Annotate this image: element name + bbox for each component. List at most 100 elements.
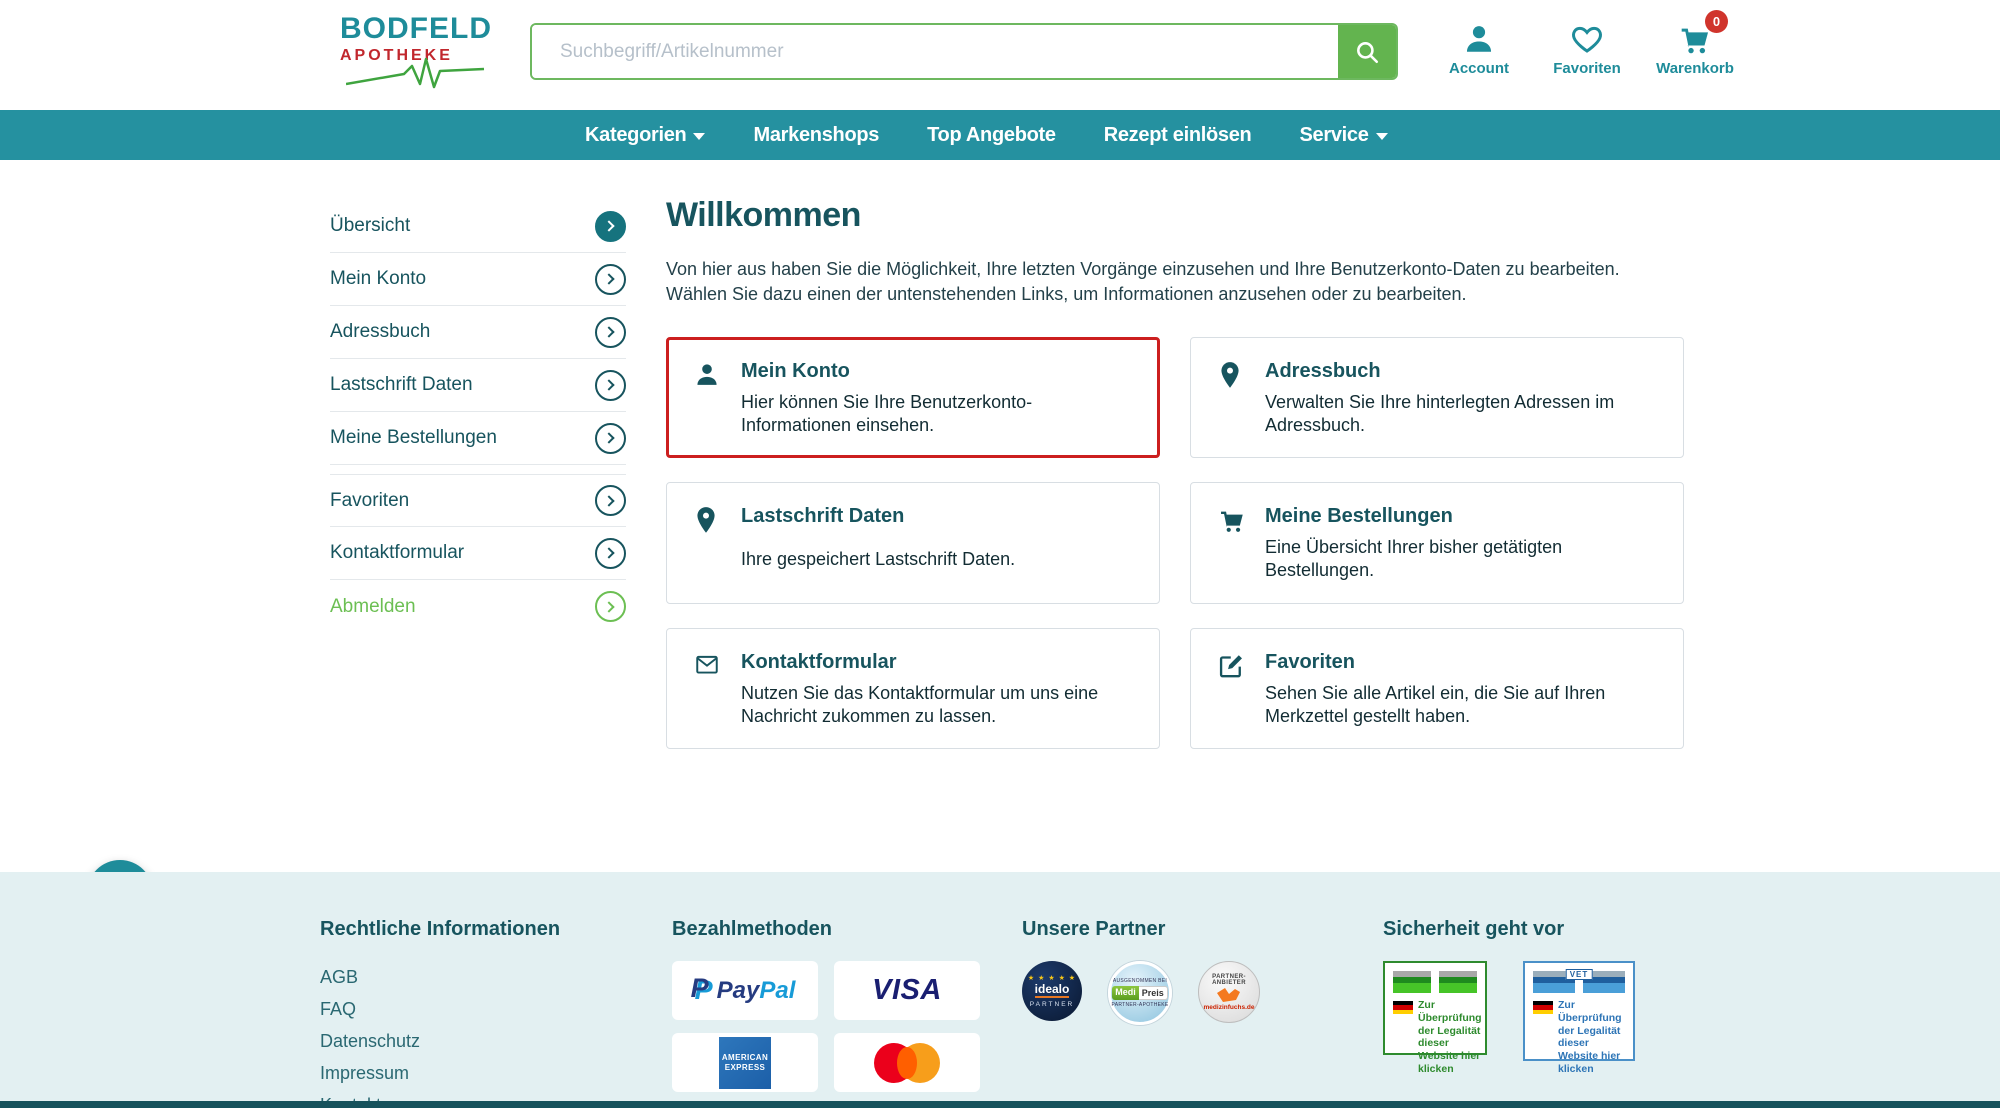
footer-heading-legal: Rechtliche Informationen xyxy=(320,918,560,941)
card-adressbuch[interactable]: Adressbuch Verwalten Sie Ihre hinterlegt… xyxy=(1190,337,1684,458)
card-description: Verwalten Sie Ihre hinterlegten Adressen… xyxy=(1265,391,1659,437)
footer-partners-column: Unsere Partner ★ ★ ★ ★ ★ idealo PARTNER … xyxy=(1022,918,1260,1025)
chevron-right-icon xyxy=(595,485,626,516)
header: BODFELD APOTHEKE Account Favoriten xyxy=(0,0,2000,110)
card-lastschrift-daten[interactable]: Lastschrift Daten Ihre gespeichert Lasts… xyxy=(666,482,1160,603)
person-icon xyxy=(693,360,725,437)
sidebar-item-adressbuch[interactable]: Adressbuch xyxy=(330,306,626,359)
german-flag-icon xyxy=(1533,1001,1553,1014)
sidebar-item-favoriten[interactable]: Favoriten xyxy=(330,474,626,527)
footer-heading-security: Sicherheit geht vor xyxy=(1383,918,1635,941)
chevron-right-icon xyxy=(595,317,626,348)
footer-payments-column: Bezahlmethoden P PayPal VISA AMERICAN EX… xyxy=(672,918,980,1108)
amex-logo: AMERICAN EXPRESS xyxy=(719,1037,771,1089)
account-icon xyxy=(1462,18,1496,56)
nav-item-service[interactable]: Service xyxy=(1299,124,1387,147)
chevron-right-icon xyxy=(595,370,626,401)
card-title: Meine Bestellungen xyxy=(1265,505,1659,528)
cart-icon xyxy=(1217,505,1249,582)
search-bar xyxy=(530,23,1398,80)
nav-item-markenshops[interactable]: Markenshops xyxy=(753,124,879,147)
partner-badges: ★ ★ ★ ★ ★ idealo PARTNER AUSGENOMMEN BEI… xyxy=(1022,961,1260,1025)
card-title: Lastschrift Daten xyxy=(741,505,1135,540)
heart-icon xyxy=(1569,18,1605,56)
visa-logo: VISA xyxy=(872,974,942,1007)
search-button[interactable] xyxy=(1338,25,1396,78)
sidebar-item-uebersicht[interactable]: Übersicht xyxy=(330,200,626,253)
sidebar-item-label: Adressbuch xyxy=(330,321,430,343)
payment-paypal: P PayPal xyxy=(672,961,818,1020)
legality-seal-vet-blue[interactable]: VET Zur Überprüfung der Legalität dieser… xyxy=(1523,961,1635,1061)
german-flag-icon xyxy=(1393,1001,1413,1014)
nav-item-kategorien[interactable]: Kategorien xyxy=(585,124,705,147)
content-area: Übersicht Mein Konto Adressbuch Lastschr… xyxy=(0,160,2000,749)
cart-label: Warenkorb xyxy=(1656,60,1734,77)
sidebar-item-label: Lastschrift Daten xyxy=(330,374,473,396)
card-description: Hier können Sie Ihre Benutzerkonto-Infor… xyxy=(741,391,1135,437)
main-navigation: Kategorien Markenshops Top Angebote Reze… xyxy=(0,110,2000,160)
sidebar-item-mein-konto[interactable]: Mein Konto xyxy=(330,253,626,306)
account-button[interactable]: Account xyxy=(1440,18,1518,77)
card-kontaktformular[interactable]: Kontaktformular Nutzen Sie das Kontaktfo… xyxy=(666,628,1160,749)
cart-count-badge: 0 xyxy=(1705,10,1728,33)
chevron-right-icon xyxy=(595,538,626,569)
logo-text-bodfeld: BODFELD xyxy=(340,12,500,46)
nav-item-top-angebote[interactable]: Top Angebote xyxy=(927,124,1056,147)
payment-amex: AMERICAN EXPRESS xyxy=(672,1033,818,1092)
card-title: Adressbuch xyxy=(1265,360,1659,383)
vet-label: VET xyxy=(1566,969,1593,980)
intro-text: Von hier aus haben Sie die Möglichkeit, … xyxy=(666,257,1666,307)
card-title: Kontaktformular xyxy=(741,651,1135,674)
main-panel: Willkommen Von hier aus haben Sie die Mö… xyxy=(666,196,1696,749)
sidebar-item-kontaktformular[interactable]: Kontaktformular xyxy=(330,527,626,580)
security-seals: Zur Überprüfung der Legalität dieser Web… xyxy=(1383,961,1635,1061)
edit-icon xyxy=(1217,651,1249,728)
card-title: Mein Konto xyxy=(741,360,1135,383)
card-mein-konto[interactable]: Mein Konto Hier können Sie Ihre Benutzer… xyxy=(666,337,1160,458)
envelope-icon xyxy=(693,651,725,728)
sidebar-item-abmelden[interactable]: Abmelden xyxy=(330,580,626,633)
footer-heading-partners: Unsere Partner xyxy=(1022,918,1260,941)
eu-pharmacy-logo-blue: VET xyxy=(1533,971,1625,993)
footer-legal-column: Rechtliche Informationen AGB FAQ Datensc… xyxy=(320,918,560,1108)
payment-visa: VISA xyxy=(834,961,980,1020)
card-title: Favoriten xyxy=(1265,651,1659,674)
sidebar-item-label: Abmelden xyxy=(330,596,416,618)
nav-item-rezept-einloesen[interactable]: Rezept einlösen xyxy=(1104,124,1252,147)
card-description: Ihre gespeichert Lastschrift Daten. xyxy=(741,548,1135,583)
cart-button[interactable]: 0 Warenkorb xyxy=(1656,18,1734,77)
page-title: Willkommen xyxy=(666,196,1696,235)
chevron-right-icon xyxy=(595,591,626,622)
payment-mastercard xyxy=(834,1033,980,1092)
footer-link-faq[interactable]: FAQ xyxy=(320,993,560,1025)
logo[interactable]: BODFELD APOTHEKE xyxy=(340,12,500,92)
card-favoriten[interactable]: Favoriten Sehen Sie alle Artikel ein, di… xyxy=(1190,628,1684,749)
account-sidebar: Übersicht Mein Konto Adressbuch Lastschr… xyxy=(330,200,626,749)
medipreis-partner-badge: AUSGENOMMEN BEI Medi Preis PARTNER-APOTH… xyxy=(1108,961,1172,1025)
sidebar-item-lastschrift-daten[interactable]: Lastschrift Daten xyxy=(330,359,626,412)
payment-methods-grid: P PayPal VISA AMERICAN EXPRESS xyxy=(672,961,980,1108)
header-actions: Account Favoriten 0 Warenkorb xyxy=(1440,18,1734,77)
sidebar-item-label: Favoriten xyxy=(330,490,409,512)
footer-link-impressum[interactable]: Impressum xyxy=(320,1057,560,1089)
footer-link-agb[interactable]: AGB xyxy=(320,961,560,993)
cart-icon: 0 xyxy=(1676,18,1714,56)
chevron-down-icon xyxy=(693,133,705,140)
paypal-logo: P PayPal xyxy=(695,975,796,1006)
sidebar-item-label: Übersicht xyxy=(330,215,410,237)
heartbeat-icon xyxy=(346,56,486,90)
nav-label: Service xyxy=(1299,124,1368,147)
card-meine-bestellungen[interactable]: Meine Bestellungen Eine Übersicht Ihrer … xyxy=(1190,482,1684,603)
nav-label: Kategorien xyxy=(585,124,686,147)
legality-seal-green[interactable]: Zur Überprüfung der Legalität dieser Web… xyxy=(1383,961,1487,1055)
mastercard-logo xyxy=(874,1043,940,1083)
search-input[interactable] xyxy=(532,25,1338,78)
favorites-button[interactable]: Favoriten xyxy=(1548,18,1626,77)
eu-pharmacy-logo-green xyxy=(1393,971,1477,993)
footer-heading-payments: Bezahlmethoden xyxy=(672,918,980,941)
sidebar-item-meine-bestellungen[interactable]: Meine Bestellungen xyxy=(330,412,626,465)
chevron-right-icon xyxy=(595,211,626,242)
footer-link-datenschutz[interactable]: Datenschutz xyxy=(320,1025,560,1057)
favorites-label: Favoriten xyxy=(1553,60,1621,77)
footer-security-column: Sicherheit geht vor Zur Überprüfung der … xyxy=(1383,918,1635,1061)
